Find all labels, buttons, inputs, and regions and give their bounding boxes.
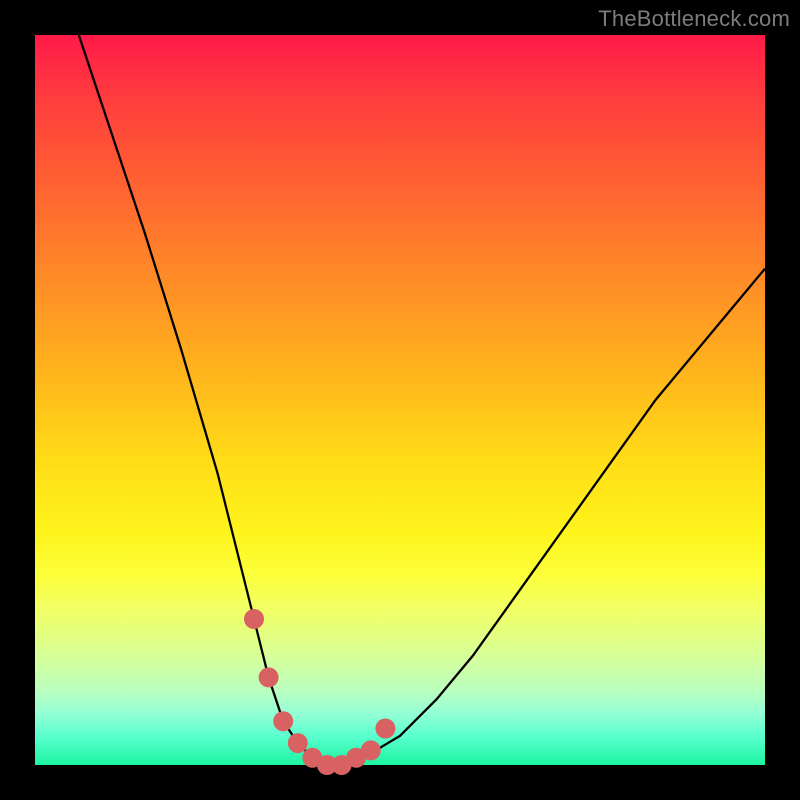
chart-canvas: TheBottleneck.com [0,0,800,800]
marker-group [244,609,395,775]
plot-area [35,35,765,765]
highlight-marker [361,740,381,760]
watermark-text: TheBottleneck.com [598,6,790,32]
bottleneck-curve [79,35,765,765]
highlight-marker [375,719,395,739]
highlight-marker [288,733,308,753]
curve-svg [35,35,765,765]
highlight-marker [244,609,264,629]
highlight-marker [273,711,293,731]
highlight-marker [259,667,279,687]
